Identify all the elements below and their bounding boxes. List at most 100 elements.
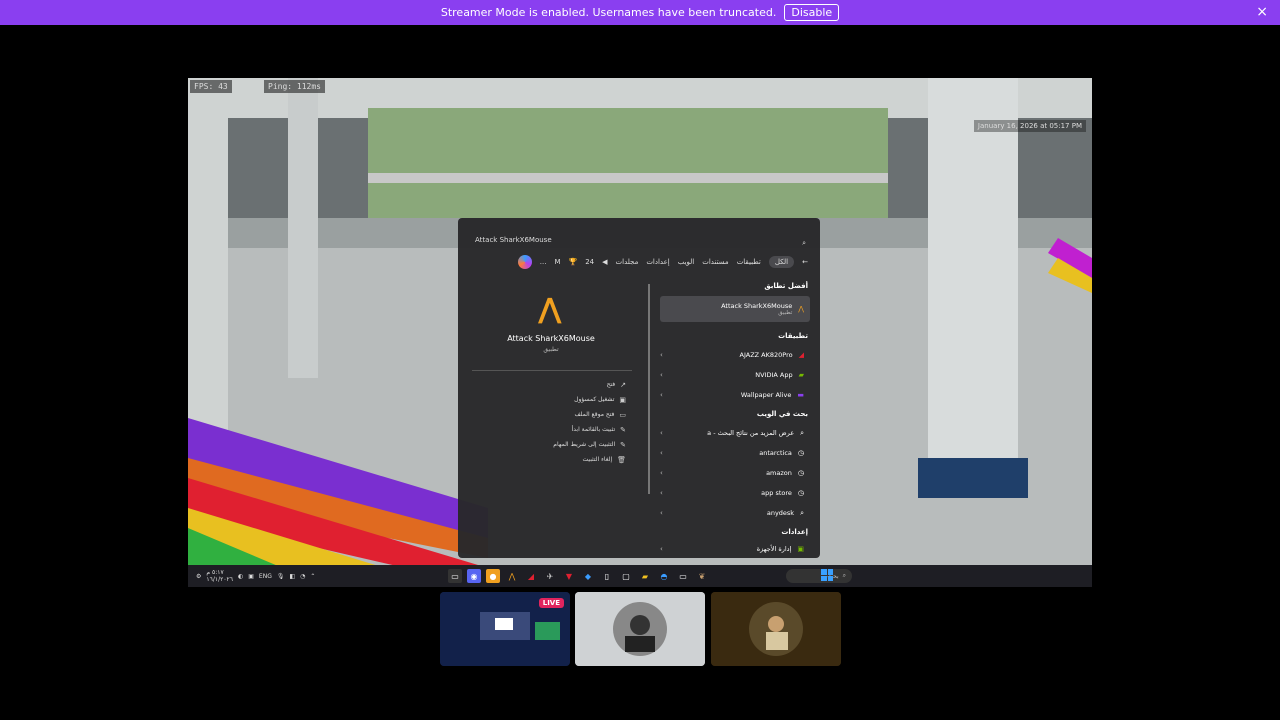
system-tray: ⚙ ٥:١٧ م ١٦/١/٢٠٢٦ ◐ ▣ ENG 🎙 ◧ ◔ ⌃: [196, 569, 315, 583]
terminal-icon[interactable]: ▭: [448, 569, 462, 583]
action-label: إلغاء التثبيت: [582, 456, 613, 463]
preview-pane: ⋀ Attack SharkX6Mouse تطبيق فتح ↗ تشغيل ك…: [466, 282, 636, 556]
tab-apps[interactable]: تطبيقات: [737, 258, 761, 266]
action-label: فتح: [606, 381, 616, 388]
tab-folders[interactable]: مجلدات: [616, 258, 639, 266]
best-match-item[interactable]: Attack SharkX6Mouse تطبيق ⋀: [660, 296, 810, 322]
store-icon[interactable]: ▢: [619, 569, 633, 583]
microphone-icon[interactable]: 🎙: [277, 573, 285, 580]
participant-thumbnail-2[interactable]: [575, 592, 705, 666]
action-open-file-location[interactable]: فتح موقع الملف ▭: [466, 407, 626, 422]
trophy-icon[interactable]: 🏆: [569, 258, 578, 266]
participant-thumbnail-3[interactable]: [711, 592, 841, 666]
speaker-icon[interactable]: ◧: [289, 573, 295, 580]
account-initial[interactable]: M: [554, 258, 560, 266]
file-icon[interactable]: ▯: [600, 569, 614, 583]
chevron-icon: ‹: [660, 545, 663, 553]
trash-icon: 🗑: [617, 455, 626, 464]
action-pin-taskbar[interactable]: التثبيت إلى شريط المهام ✎: [466, 437, 626, 452]
participant-avatar: [575, 592, 705, 666]
action-run-as-admin[interactable]: تشغيل كمسؤول ▣: [466, 392, 626, 407]
search-icon: ⌕: [800, 428, 804, 437]
tab-web[interactable]: الويب: [678, 258, 695, 266]
language-indicator[interactable]: ENG: [259, 573, 272, 580]
pin-icon: ✎: [620, 425, 626, 434]
best-match-name: Attack SharkX6Mouse: [721, 302, 793, 310]
chrome-icon[interactable]: ●: [486, 569, 500, 583]
more-options-icon[interactable]: ...: [540, 258, 547, 266]
search-icon: ⌕: [802, 238, 806, 247]
item-label: a - عرض المزيد من نتائج البحث: [707, 429, 795, 437]
web-item-antarctica[interactable]: ‹ antarctica ◷: [660, 444, 810, 462]
attack-shark-icon[interactable]: ⋀: [505, 569, 519, 583]
chevron-icon: ‹: [660, 371, 663, 379]
search-icon: ⌕: [842, 572, 846, 579]
chevron-icon: ‹: [660, 429, 663, 437]
taskbar: ⚙ ٥:١٧ م ١٦/١/٢٠٢٦ ◐ ▣ ENG 🎙 ◧ ◔ ⌃ ▭ ◉ ● …: [188, 565, 1092, 587]
chevron-up-icon[interactable]: ⌃: [310, 573, 315, 580]
participant-avatar: [711, 592, 841, 666]
settings-icon[interactable]: ⚙: [196, 573, 201, 580]
game-icon[interactable]: ❦: [695, 569, 709, 583]
chevron-icon: ‹: [660, 489, 663, 497]
windows-start-icon[interactable]: [821, 569, 833, 581]
search-icon: ⌕: [800, 508, 804, 517]
network-icon[interactable]: ◔: [300, 573, 305, 580]
action-uninstall[interactable]: إلغاء التثبيت 🗑: [466, 452, 626, 467]
taskbar-search[interactable]: بحث⌕: [786, 569, 852, 583]
item-label: antarctica: [759, 449, 792, 457]
web-item-more[interactable]: ‹ a - عرض المزيد من نتائج البحث ⌕: [660, 424, 810, 442]
settings-item-device-manager[interactable]: ‹ إدارة الأجهزة ▣: [660, 540, 810, 558]
live-badge: LIVE: [538, 598, 564, 608]
folder-icon: ▭: [619, 410, 626, 419]
points-count: 24: [585, 258, 595, 266]
app-item-wallpaper[interactable]: ‹ Wallpaper Alive ▬: [660, 386, 810, 404]
banner-message: Streamer Mode is enabled. Usernames have…: [440, 6, 777, 19]
app-item-ajazz[interactable]: ‹ AJAZZ AK820Pro ◢: [660, 346, 810, 364]
item-label: Wallpaper Alive: [740, 391, 792, 399]
attack-shark-icon: ⋀: [798, 305, 804, 313]
copilot-icon[interactable]: [517, 255, 532, 269]
history-icon: ◷: [797, 469, 804, 477]
participant-thumbnail-1[interactable]: LIVE: [440, 592, 570, 666]
search-input[interactable]: Attack SharkX6Mouse: [470, 233, 808, 247]
results-pane: أفضل تطابق Attack SharkX6Mouse تطبيق ⋀ تط…: [648, 278, 812, 556]
item-label: amazon: [766, 469, 792, 477]
vscode-icon[interactable]: ◆: [581, 569, 595, 583]
folder-icon[interactable]: ▰: [638, 569, 652, 583]
chevron-icon: ‹: [660, 509, 663, 517]
notification-icon[interactable]: ◐: [238, 573, 243, 580]
item-label: AJAZZ AK820Pro: [739, 351, 793, 359]
back-arrow-icon[interactable]: ←: [802, 258, 808, 266]
web-item-anydesk[interactable]: ‹ anydesk ⌕: [660, 504, 810, 522]
edge-icon[interactable]: ◓: [657, 569, 671, 583]
disable-button[interactable]: Disable: [784, 4, 840, 21]
tab-settings[interactable]: إعدادات: [646, 258, 669, 266]
time-label: ٥:١٧ م: [206, 569, 224, 576]
item-label: إدارة الأجهزة: [756, 545, 792, 553]
window-icon[interactable]: ▭: [676, 569, 690, 583]
brave-icon[interactable]: ▼: [562, 569, 576, 583]
action-label: التثبيت إلى شريط المهام: [553, 441, 616, 448]
web-item-amazon[interactable]: ‹ amazon ◷: [660, 464, 810, 482]
date-label: ١٦/١/٢٠٢٦: [206, 576, 233, 583]
shield-icon: ▣: [619, 395, 626, 404]
steam-icon[interactable]: ✈: [543, 569, 557, 583]
action-pin-start[interactable]: تثبيت بالقائمة ابدأ ✎: [466, 422, 626, 437]
ajazz-icon[interactable]: ◢: [524, 569, 538, 583]
tab-documents[interactable]: مستندات: [702, 258, 728, 266]
app-item-nvidia[interactable]: ‹ NVIDIA App ▰: [660, 366, 810, 384]
scrollbar[interactable]: [648, 284, 650, 494]
discord-icon[interactable]: ◉: [467, 569, 481, 583]
play-icon[interactable]: ◀: [602, 258, 607, 266]
clock[interactable]: ٥:١٧ م ١٦/١/٢٠٢٦: [206, 569, 233, 583]
nvidia-icon: ▰: [798, 371, 804, 379]
tab-all[interactable]: الكل: [768, 256, 795, 268]
close-icon[interactable]: ×: [1256, 4, 1268, 20]
web-item-app-store[interactable]: ‹ app store ◷: [660, 484, 810, 502]
action-open[interactable]: فتح ↗: [466, 377, 626, 392]
display-icon[interactable]: ▣: [248, 573, 254, 580]
section-apps: تطبيقات: [778, 332, 808, 340]
action-label: تشغيل كمسؤول: [574, 396, 615, 403]
history-icon: ◷: [797, 449, 804, 457]
